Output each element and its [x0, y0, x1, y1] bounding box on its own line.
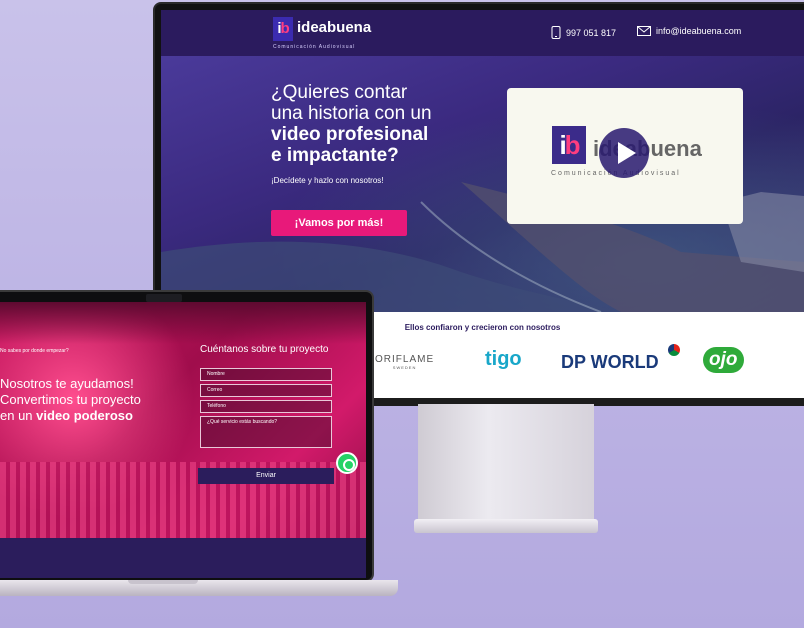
mobile-site-screen: No sabes por donde empezar? Nosotros te … — [0, 302, 366, 578]
studio-background — [0, 302, 366, 344]
form-title: Cuéntanos sobre tu proyecto — [200, 344, 329, 355]
name-field[interactable]: Nombre — [200, 368, 332, 381]
logo-mark: ib — [273, 17, 293, 41]
phone-number: 997 051 817 — [566, 27, 617, 38]
send-button[interactable]: Enviar — [198, 468, 334, 484]
monitor-stand — [418, 404, 594, 520]
service-textarea[interactable]: ¿Qué servicio estás buscando? — [200, 416, 332, 448]
video-logo-mark: ib — [552, 126, 586, 164]
play-icon[interactable] — [599, 128, 649, 178]
email-address: info@ideabuena.com — [656, 26, 742, 36]
client-logo-tigo: tigo — [485, 348, 522, 370]
client-logo-oriflame: ORIFLAME SWEDEN — [375, 354, 435, 370]
hero-section: ¿Quieres contar una historia con un vide… — [161, 56, 804, 312]
phone-icon — [551, 26, 561, 39]
phone-field[interactable]: Teléfono — [200, 400, 332, 413]
laptop-base — [0, 580, 398, 596]
monitor-stand-base — [414, 519, 598, 533]
dp-world-globe-icon — [668, 344, 680, 356]
hero-title: ¿Quieres contar una historia con un vide… — [271, 82, 432, 166]
logo-wordmark: ideabuena — [297, 19, 372, 36]
email-field[interactable]: Correo — [200, 384, 332, 397]
site-logo[interactable]: ib ideabuena Comunicación Audiovisual — [273, 16, 383, 54]
logo-tagline: Comunicación Audiovisual — [273, 44, 356, 50]
client-logo-dp-world: DP WORLD — [561, 352, 659, 372]
header-email[interactable]: info@ideabuena.com — [637, 26, 741, 36]
laptop-notch — [128, 580, 198, 584]
laptop-headline: Nosotros te ayudamos! Convertimos tu pro… — [0, 376, 141, 423]
whatsapp-icon[interactable] — [336, 452, 358, 474]
header-phone[interactable]: 997 051 817 — [551, 26, 616, 39]
laptop-footer-bar — [0, 538, 366, 578]
video-player[interactable]: ib ideabuena Comunicación Audiovisual — [507, 88, 743, 224]
client-logo-ojo: ojo — [703, 347, 744, 373]
hero-subtitle: ¡Decídete y hazlo con nosotros! — [271, 176, 384, 185]
site-header: ib ideabuena Comunicación Audiovisual 99… — [161, 10, 804, 56]
laptop-kicker: No sabes por donde empezar? — [0, 348, 69, 354]
laptop-camera — [146, 294, 182, 302]
mail-icon — [637, 26, 651, 36]
cta-button[interactable]: ¡Vamos por más! — [271, 210, 407, 236]
